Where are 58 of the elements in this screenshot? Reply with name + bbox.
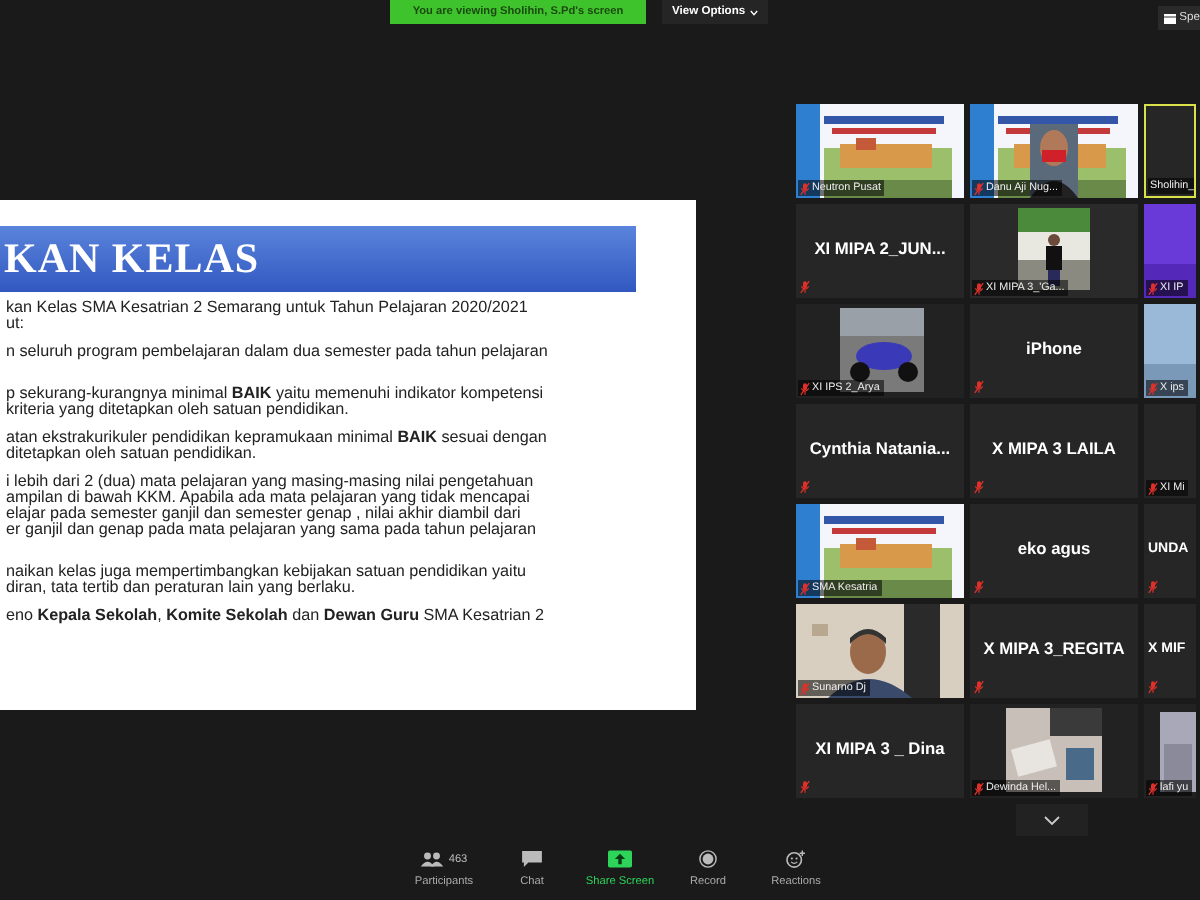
muted-microphone-icon bbox=[1148, 580, 1158, 594]
slide-text-line: elajar pada semester ganjil dan semester genap , nilai akhir diambil dari bbox=[6, 506, 521, 522]
share-screen-icon bbox=[608, 850, 632, 868]
chat-icon bbox=[520, 850, 544, 868]
video-tile[interactable]: XI MIPA 3 _ Dina bbox=[796, 704, 964, 798]
slide-text-line: naikan kelas juga mempertimbangkan kebijakan satuan pendidikan yaitu bbox=[6, 564, 529, 580]
muted-microphone-icon bbox=[800, 381, 810, 395]
muted-microphone-icon bbox=[974, 181, 984, 195]
participant-name: eko agus bbox=[1017, 538, 1091, 562]
muted-microphone-icon bbox=[974, 580, 984, 594]
participant-name: Cynthia Natania... bbox=[809, 438, 951, 462]
muted-microphone-icon bbox=[800, 480, 810, 494]
slide-text-line: kriteria yang ditetapkan oleh satuan pendidikan. bbox=[6, 402, 351, 418]
smiley-plus-icon bbox=[784, 850, 808, 868]
muted-microphone-icon bbox=[800, 581, 810, 595]
slide-text-line: ditetapkan oleh satuan pendidikan. bbox=[6, 446, 257, 462]
participant-name: iPhone bbox=[1026, 338, 1082, 362]
muted-microphone-icon bbox=[1148, 281, 1158, 295]
grid-icon bbox=[1163, 12, 1176, 24]
slide-text-line: eno Kepala Sekolah, Komite Sekolah dan Dewan Guru SMA Kesatrian 2 bbox=[6, 608, 547, 624]
muted-microphone-icon bbox=[800, 280, 810, 294]
muted-microphone-icon bbox=[1148, 781, 1158, 795]
participant-name: X MIPA 3_REGITA bbox=[983, 638, 1125, 662]
muted-microphone-icon bbox=[974, 781, 984, 795]
video-tile[interactable]: X MIPA 3_REGITA bbox=[970, 604, 1138, 698]
slide-text-line: kan Kelas SMA Kesatrian 2 Semarang untuk Tahun Pelajaran 2020/2021 bbox=[6, 300, 530, 316]
participant-name: XI MIPA 2_JUN... bbox=[814, 238, 946, 262]
muted-microphone-icon bbox=[974, 680, 984, 694]
slide-text-line: n seluruh program pembelajaran dalam dua semester pada tahun pelajaran bbox=[6, 344, 550, 360]
muted-microphone-icon bbox=[1148, 481, 1158, 495]
video-tile[interactable]: X MIPA 3 LAILA bbox=[970, 404, 1138, 498]
slide-text-line: i lebih dari 2 (dua) mata pelajaran yang masing-masing nilai pengetahuan bbox=[6, 474, 536, 490]
chevron-down-icon bbox=[1044, 815, 1060, 825]
muted-microphone-icon bbox=[1148, 680, 1158, 694]
muted-microphone-icon bbox=[1148, 381, 1158, 395]
muted-microphone-icon bbox=[800, 780, 810, 794]
video-tile[interactable]: XI MIPA 2_JUN... bbox=[796, 204, 964, 298]
muted-microphone-icon bbox=[974, 281, 984, 295]
slide-title: KAN KELAS bbox=[0, 226, 636, 292]
slide-text-line: ampilan di bawah KKM. Apabila ada mata pelajaran yang tidak mencapai bbox=[6, 490, 530, 506]
scroll-down-button[interactable] bbox=[1016, 804, 1088, 836]
slide-text-line: p sekurang-kurangnya minimal BAIK yaitu memenuhi indikator kompetensi bbox=[6, 386, 546, 402]
muted-microphone-icon bbox=[974, 480, 984, 494]
muted-microphone-icon bbox=[800, 681, 810, 695]
muted-microphone-icon bbox=[974, 380, 984, 394]
slide-text-line: er ganjil dan genap pada mata pelajaran yang sama pada tahun pelajaran bbox=[6, 522, 539, 538]
video-tile[interactable]: Cynthia Natania... bbox=[796, 404, 964, 498]
slide-text-line: ut: bbox=[6, 316, 26, 332]
participant-name: X MIPA 3 LAILA bbox=[992, 438, 1116, 462]
participant-name: XI MIPA 3 _ Dina bbox=[815, 738, 945, 762]
muted-microphone-icon bbox=[800, 181, 810, 195]
video-tile[interactable]: iPhone bbox=[970, 304, 1138, 398]
record-icon bbox=[696, 850, 720, 868]
video-tile[interactable]: eko agus bbox=[970, 504, 1138, 598]
caret-icon bbox=[749, 9, 758, 15]
slide-text-line: atan ekstrakurikuler pendidikan kepramukaan minimal BAIK sesuai dengan bbox=[6, 430, 549, 446]
slide-text-line: diran, tata tertib dan peraturan lain yang berlaku. bbox=[6, 580, 358, 596]
people-icon bbox=[420, 850, 445, 868]
